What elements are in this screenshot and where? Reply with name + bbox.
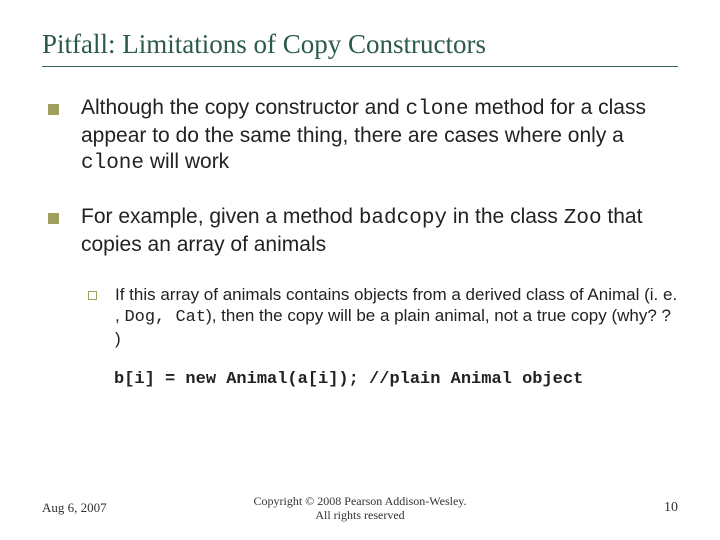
code-line: b[i] = new Animal(a[i]); //plain Animal …: [114, 370, 678, 389]
text-span: For example, given a method: [81, 205, 359, 228]
square-bullet-icon: [48, 104, 59, 115]
footer-date: Aug 6, 2007: [42, 500, 107, 516]
sub-bullet-item: If this array of animals contains object…: [88, 285, 678, 349]
text-span: will work: [144, 150, 229, 173]
code-span: badcopy: [359, 207, 447, 230]
title-underline: [42, 66, 678, 67]
page-title: Pitfall: Limitations of Copy Constructor…: [42, 28, 678, 60]
footer: Aug 6, 2007 Copyright © 2008 Pearson Add…: [42, 500, 678, 516]
copyright-line: Copyright © 2008 Pearson Addison-Wesley.: [253, 494, 466, 508]
bullet-item: Although the copy constructor and clone …: [42, 95, 678, 176]
bullet-item: For example, given a method badcopy in t…: [42, 204, 678, 257]
hollow-square-bullet-icon: [88, 291, 97, 300]
sub-bullet-text: If this array of animals contains object…: [115, 285, 678, 349]
code-span: Zoo: [564, 207, 602, 230]
slide: Pitfall: Limitations of Copy Constructor…: [0, 0, 720, 540]
bullet-text: Although the copy constructor and clone …: [81, 95, 678, 176]
text-span: Although the copy constructor and: [81, 96, 406, 119]
footer-copyright: Copyright © 2008 Pearson Addison-Wesley.…: [253, 494, 466, 523]
code-span: clone: [81, 152, 144, 175]
square-bullet-icon: [48, 213, 59, 224]
bullet-text: For example, given a method badcopy in t…: [81, 204, 678, 257]
code-span: clone: [406, 98, 469, 121]
text-span: in the class: [447, 205, 564, 228]
copyright-line: All rights reserved: [315, 508, 404, 522]
footer-page-number: 10: [664, 500, 678, 516]
code-span: Dog, Cat: [124, 308, 206, 327]
